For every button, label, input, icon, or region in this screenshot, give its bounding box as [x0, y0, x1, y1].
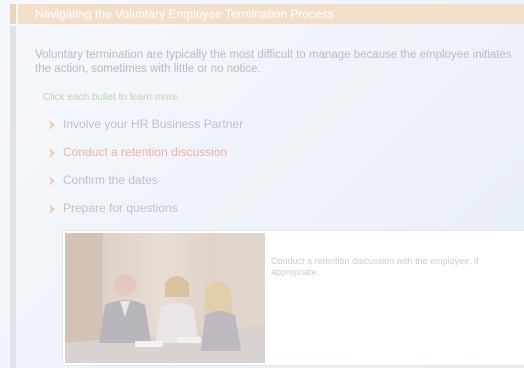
- arrow-bullet-icon: [49, 120, 55, 130]
- intro-text: Voluntary termination are typically the …: [35, 49, 512, 75]
- arrow-bullet-icon: [49, 148, 55, 158]
- page: Navigating the Voluntary Employee Termin…: [0, 0, 524, 368]
- bullet-label: Conduct a retention discussion: [63, 145, 228, 159]
- bullet-label: Prepare for questions: [63, 201, 178, 215]
- bullet-label: Confirm the dates: [63, 173, 158, 187]
- detail-card: Conduct a retention discussion with the …: [62, 230, 524, 366]
- meeting-photo: [65, 233, 265, 363]
- detail-caption: Conduct a retention discussion with the …: [271, 256, 479, 277]
- left-divider: [10, 26, 16, 368]
- bullet-label: Involve your HR Business Partner: [63, 117, 244, 131]
- arrow-bullet-icon: [49, 204, 55, 214]
- arrow-bullet-icon: [49, 176, 55, 186]
- title-bar-accent: [10, 4, 16, 24]
- instruction-text: Click each bullet to learn more.: [43, 92, 181, 103]
- page-title: Navigating the Voluntary Employee Termin…: [35, 7, 334, 21]
